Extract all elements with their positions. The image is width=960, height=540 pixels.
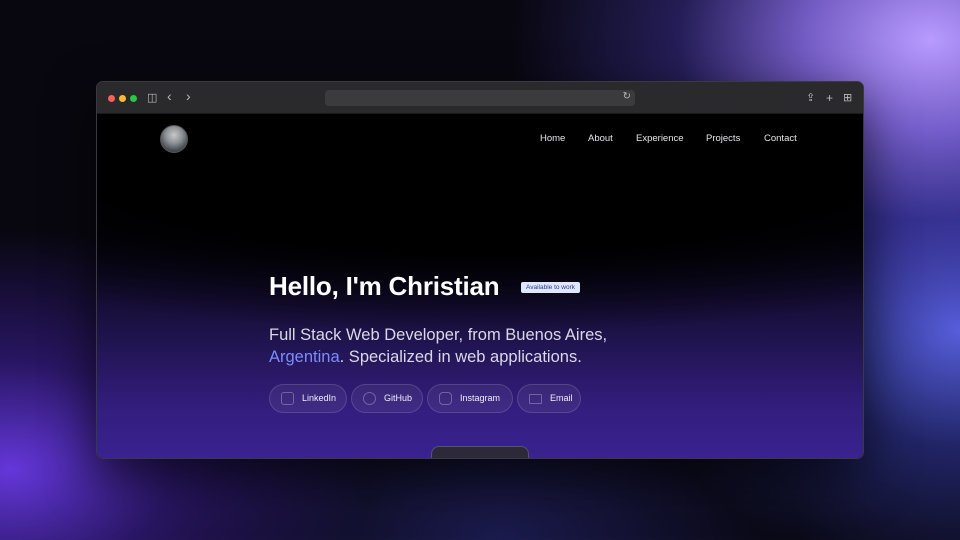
hero-subtitle-line1: Full Stack Web Developer, from Buenos Ai…: [269, 326, 608, 344]
linkedin-button[interactable]: LinkedIn: [269, 384, 347, 413]
sidebar-toggle-icon[interactable]: ◫: [147, 91, 157, 105]
github-button-label: GitHub: [384, 393, 413, 403]
forward-icon[interactable]: ›: [186, 89, 191, 103]
nav-link-about[interactable]: About: [588, 133, 613, 144]
hero-subtitle-accent: Argentina: [269, 348, 340, 366]
browser-toolbar: ◫ ‹ › ↻ ⇪ + ⊞: [97, 82, 863, 114]
github-button[interactable]: GitHub: [351, 384, 423, 413]
reload-icon[interactable]: ↻: [623, 91, 631, 102]
new-tab-icon[interactable]: +: [826, 91, 833, 105]
browser-window: ◫ ‹ › ↻ ⇪ + ⊞ Home About Experience Proj…: [96, 81, 864, 459]
github-icon: [363, 392, 376, 405]
linkedin-button-label: LinkedIn: [302, 393, 337, 403]
hero-subtitle: Full Stack Web Developer, from Buenos Ai…: [269, 324, 689, 368]
back-icon[interactable]: ‹: [167, 89, 172, 103]
share-icon[interactable]: ⇪: [806, 91, 815, 105]
close-window-button[interactable]: [108, 95, 115, 102]
address-bar[interactable]: ↻: [325, 90, 635, 106]
email-button-label: Email: [550, 393, 573, 403]
instagram-icon: [439, 392, 452, 405]
nav-link-contact[interactable]: Contact: [764, 133, 797, 144]
nav-link-experience[interactable]: Experience: [636, 133, 684, 144]
nav-link-projects[interactable]: Projects: [706, 133, 740, 144]
web-page: Home About Experience Projects Contact H…: [97, 114, 863, 458]
email-icon: [529, 394, 542, 404]
hero-subtitle-line2: . Specialized in web applications.: [339, 348, 582, 366]
tab-overview-icon[interactable]: ⊞: [843, 91, 852, 105]
maximize-window-button[interactable]: [130, 95, 137, 102]
nav-link-home[interactable]: Home: [540, 133, 565, 144]
instagram-button[interactable]: Instagram: [427, 384, 513, 413]
linkedin-icon: [281, 392, 294, 405]
avatar[interactable]: [160, 125, 188, 153]
instagram-button-label: Instagram: [460, 393, 501, 403]
email-button[interactable]: Email: [517, 384, 581, 413]
minimize-window-button[interactable]: [119, 95, 126, 102]
floating-dock[interactable]: [431, 446, 529, 458]
hero-title: Hello, I'm Christian: [269, 271, 500, 301]
availability-badge: Available to work: [521, 282, 581, 293]
